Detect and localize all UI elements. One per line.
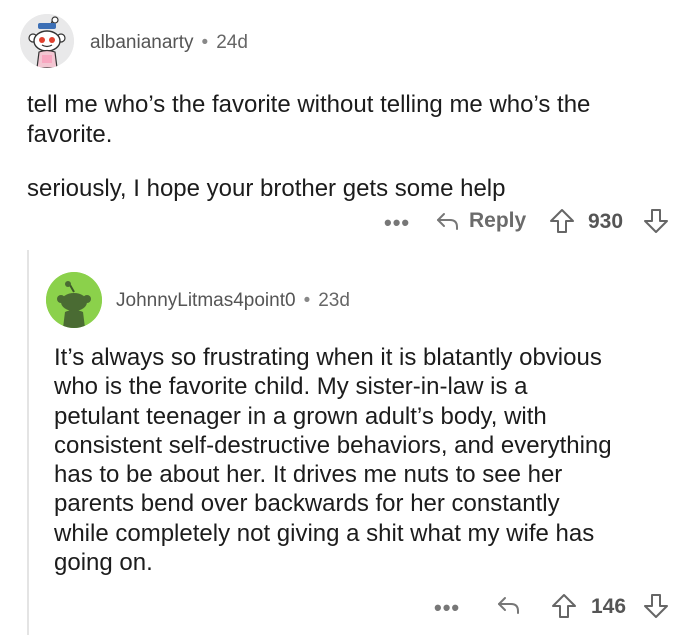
comment-line: favorite.	[27, 121, 113, 148]
reply-arrow-icon	[498, 597, 519, 614]
reply-header: JohnnyLitmas4point0 • 23d	[116, 290, 350, 312]
separator: •	[201, 32, 209, 53]
reply-line: petulant teenager in a grown adult’s bod…	[54, 402, 547, 430]
upvote-button[interactable]	[550, 592, 578, 625]
downvote-icon	[644, 209, 668, 233]
avatar[interactable]	[20, 14, 74, 68]
reply-line: who is the favorite child. My sister-in-…	[54, 373, 528, 401]
thread-line[interactable]	[27, 250, 29, 635]
comment-line: seriously, I hope your brother gets some…	[27, 175, 506, 202]
more-options-icon: •••	[434, 595, 461, 620]
timestamp: 23d	[318, 290, 350, 311]
vote-count: 146	[591, 595, 627, 618]
reply-arrow-icon	[437, 213, 458, 230]
downvote-button[interactable]	[642, 207, 670, 240]
avatar[interactable]	[46, 272, 102, 328]
comment-line: tell me who’s the favorite without telli…	[27, 91, 591, 118]
snoo-avatar-icon	[46, 272, 102, 328]
more-options-button[interactable]: •••	[384, 210, 410, 236]
reply-line: parents bend over backwards for her cons…	[54, 490, 560, 518]
comment-header: albanianarty • 24d	[90, 32, 248, 54]
reply-line: consistent self-destructive behaviors, a…	[54, 431, 612, 459]
username[interactable]: albanianarty	[90, 32, 194, 54]
more-options-button[interactable]: •••	[434, 595, 460, 621]
vote-count: 930	[588, 210, 624, 233]
downvote-icon	[644, 594, 668, 618]
reply-line: while completely not giving a shit what …	[54, 519, 595, 547]
downvote-button[interactable]	[642, 592, 670, 625]
reply-line: going on.	[54, 549, 153, 577]
separator: •	[303, 290, 311, 311]
upvote-icon	[550, 209, 574, 233]
snoo-avatar-icon	[20, 14, 74, 68]
reply-button[interactable]: Reply	[435, 208, 526, 234]
reply-line: has to be about her. It drives me nuts t…	[54, 461, 563, 489]
upvote-icon	[552, 594, 576, 618]
more-options-icon: •••	[384, 210, 411, 235]
reply-button[interactable]	[496, 592, 522, 623]
username[interactable]: JohnnyLitmas4point0	[116, 290, 296, 312]
reply-label: Reply	[469, 209, 527, 232]
reply-line: It’s always so frustrating when it is bl…	[54, 344, 602, 371]
reply-body: It’s always so frustrating when it is bl…	[54, 343, 694, 577]
timestamp: 24d	[216, 32, 248, 53]
upvote-button[interactable]	[548, 207, 576, 240]
comment-body: tell me who’s the favorite without telli…	[27, 90, 687, 204]
